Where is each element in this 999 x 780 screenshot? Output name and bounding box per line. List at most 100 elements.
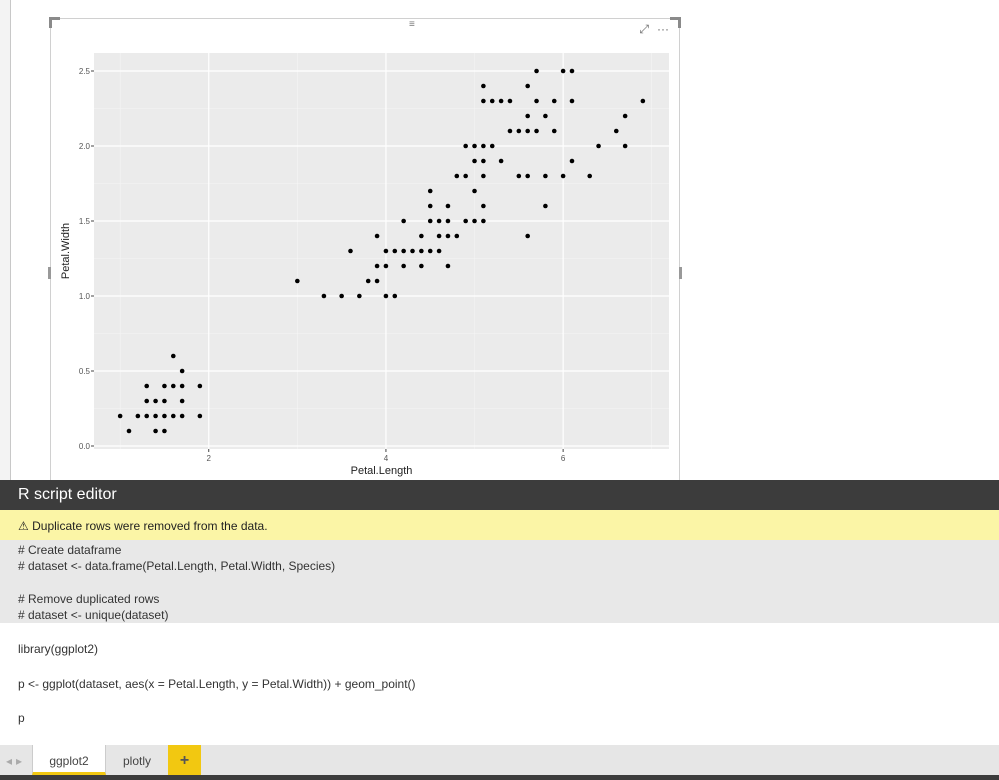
data-point: [587, 173, 593, 179]
data-point: [436, 218, 442, 224]
data-point: [135, 413, 141, 419]
data-point: [162, 398, 167, 404]
data-point: [640, 98, 646, 104]
x-tick-label: 6: [561, 454, 566, 463]
data-point: [410, 248, 415, 254]
data-point: [445, 233, 451, 239]
data-point: [374, 263, 380, 269]
data-point: [383, 293, 389, 299]
code-line: library(ggplot2): [18, 642, 99, 656]
data-point: [162, 383, 167, 389]
data-point: [339, 293, 344, 299]
data-point: [153, 428, 158, 434]
data-point: [295, 278, 300, 284]
data-point: [472, 218, 477, 224]
data-point: [197, 413, 203, 419]
data-point: [534, 128, 539, 134]
data-point: [551, 98, 557, 104]
data-point: [569, 98, 575, 104]
tab-bar: ◂▸ ggplot2 plotly +: [0, 745, 999, 775]
data-point: [534, 98, 539, 104]
x-tick-label: 2: [207, 454, 212, 463]
data-point: [525, 233, 530, 239]
data-point: [463, 173, 468, 179]
data-point: [179, 383, 185, 389]
data-point: [374, 278, 380, 284]
data-point: [392, 248, 398, 254]
data-point: [427, 248, 433, 254]
data-point: [481, 173, 486, 179]
data-point: [481, 143, 486, 149]
data-point: [525, 128, 530, 134]
data-point: [144, 383, 150, 389]
header-line: # Create dataframe: [18, 543, 122, 557]
y-tick-label: 2.0: [79, 142, 91, 151]
y-tick-label: 0.0: [79, 442, 91, 451]
data-point: [463, 218, 468, 224]
data-point: [463, 143, 468, 149]
tab-scroll-arrows-icon[interactable]: ◂▸: [2, 745, 30, 775]
data-point: [401, 248, 406, 254]
tab-plotly[interactable]: plotly: [106, 745, 168, 775]
data-point: [560, 68, 566, 74]
data-point: [179, 413, 185, 419]
data-point: [348, 248, 353, 254]
data-point: [481, 83, 486, 89]
data-point: [445, 218, 451, 224]
resize-handle-right[interactable]: [679, 267, 682, 279]
data-point: [179, 398, 185, 404]
data-point: [170, 353, 176, 359]
data-point: [596, 143, 601, 149]
data-point: [472, 143, 477, 149]
data-point: [489, 98, 495, 104]
data-point: [170, 413, 176, 419]
data-point: [525, 83, 530, 89]
data-point: [197, 383, 203, 389]
data-point: [481, 203, 486, 209]
data-point: [622, 113, 628, 119]
data-point: [419, 263, 424, 269]
data-point: [525, 173, 530, 179]
data-point: [445, 263, 451, 269]
data-point: [170, 383, 176, 389]
tab-ggplot2[interactable]: ggplot2: [32, 745, 106, 775]
data-point: [427, 203, 433, 209]
data-point: [392, 293, 398, 299]
data-point: [427, 218, 433, 224]
data-point: [489, 143, 495, 149]
warning-triangle-icon: ⚠: [18, 519, 29, 533]
data-point: [401, 263, 406, 269]
r-visual-container[interactable]: ≡ ⤢ ··· 2 4 6 0.0 0.5 1.0 1.5 2.0 2.5 Petal.Lengt…: [48, 17, 682, 481]
data-point: [117, 413, 123, 419]
data-point: [569, 158, 575, 164]
y-tick-label: 1.0: [79, 292, 91, 301]
data-point: [543, 203, 548, 209]
data-point: [507, 128, 513, 134]
data-point: [613, 128, 619, 134]
script-input[interactable]: library(ggplot2) p <- ggplot(dataset, ae…: [0, 623, 999, 745]
warning-text: Duplicate rows were removed from the dat…: [32, 519, 268, 533]
data-point: [516, 128, 522, 134]
data-point: [162, 428, 167, 434]
data-point: [162, 413, 167, 419]
data-point: [551, 128, 557, 134]
data-point: [419, 248, 424, 254]
data-point: [436, 233, 442, 239]
data-point: [419, 233, 424, 239]
data-point: [525, 113, 530, 119]
code-line: p: [18, 711, 25, 725]
script-header: # Create dataframe # dataset <- data.fra…: [0, 540, 999, 623]
data-point: [560, 173, 566, 179]
header-line: # Remove duplicated rows: [18, 592, 160, 606]
data-point: [321, 293, 327, 299]
data-point: [481, 98, 486, 104]
data-point: [507, 98, 513, 104]
header-line: # dataset <- data.frame(Petal.Length, Pe…: [18, 559, 336, 573]
data-point: [153, 398, 158, 404]
data-point: [472, 188, 477, 194]
data-point: [498, 158, 504, 164]
left-panel-edge: [0, 0, 11, 480]
x-tick-label: 4: [384, 454, 389, 463]
data-point: [144, 413, 150, 419]
add-tab-button[interactable]: +: [168, 745, 201, 775]
